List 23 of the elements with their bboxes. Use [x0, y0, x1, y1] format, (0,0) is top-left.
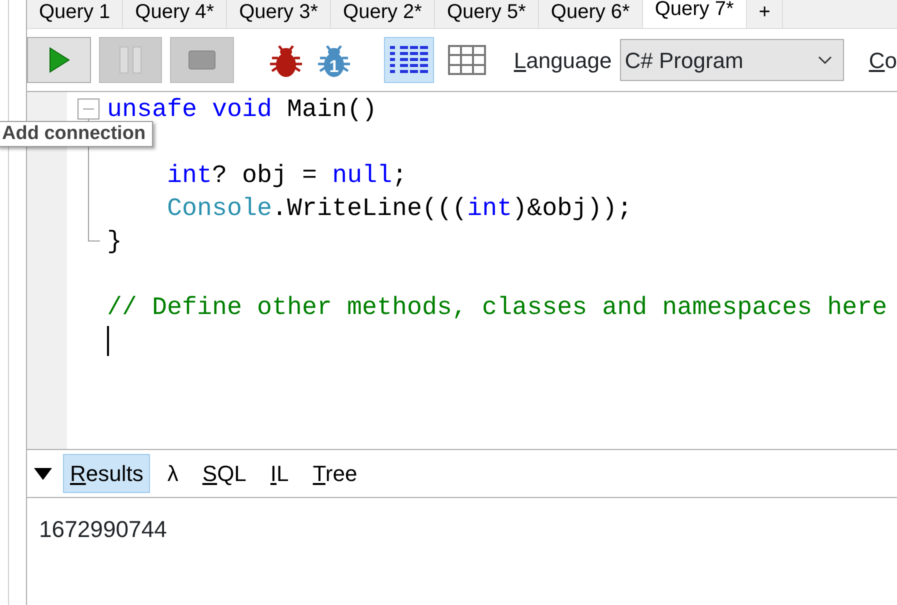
- results-tab[interactable]: IL: [263, 454, 296, 493]
- query-tab[interactable]: Query 7*: [642, 0, 747, 28]
- chevron-down-icon: [816, 55, 833, 65]
- results-tab[interactable]: Results: [63, 454, 150, 493]
- pause-icon: [118, 46, 142, 74]
- code-line: int? obj = null;: [166, 160, 408, 192]
- language-dropdown[interactable]: C# Program: [620, 39, 844, 81]
- results-tab[interactable]: λ: [160, 454, 186, 493]
- code-line: Console.WriteLine(((int)&obj));: [166, 193, 632, 225]
- code-line: }: [107, 226, 122, 258]
- code-line: // Define other methods, classes and namespaces here: [107, 292, 888, 324]
- tooltip: Add connection: [0, 121, 153, 147]
- play-icon: [48, 47, 70, 73]
- results-tab[interactable]: SQL: [195, 454, 254, 493]
- collapse-triangle-icon[interactable]: [33, 466, 53, 480]
- toolbar-label[interactable]: Co: [868, 44, 897, 76]
- results-tab[interactable]: Tree: [306, 454, 364, 493]
- stop-icon: [188, 50, 216, 70]
- text-caret: [107, 326, 109, 356]
- text-view-button[interactable]: [384, 37, 434, 83]
- run-button[interactable]: [27, 37, 91, 83]
- language-label: Language: [514, 46, 612, 75]
- output-value: 1672990744: [39, 516, 167, 542]
